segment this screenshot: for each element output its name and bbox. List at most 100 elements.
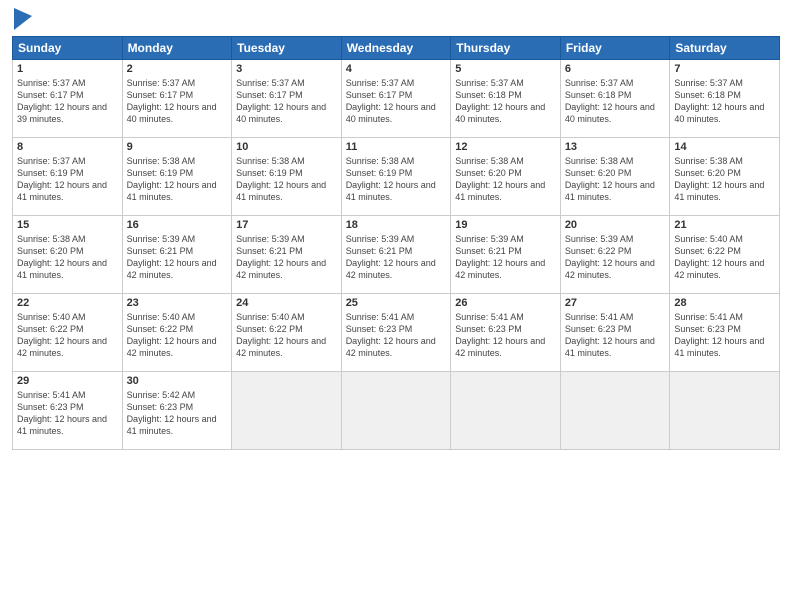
day-info: Sunrise: 5:38 AM Sunset: 6:19 PM Dayligh…	[346, 155, 447, 204]
day-info: Sunrise: 5:38 AM Sunset: 6:20 PM Dayligh…	[17, 233, 118, 282]
calendar-header-cell: Friday	[560, 37, 670, 60]
calendar-day-cell: 16Sunrise: 5:39 AM Sunset: 6:21 PM Dayli…	[122, 216, 232, 294]
day-number: 27	[565, 297, 666, 309]
calendar-day-cell: 21 Sunrise: 5:40 AM Sunset: 6:22 PM Dayli…	[670, 216, 780, 294]
day-number: 26	[455, 297, 556, 309]
day-info: Sunrise: 5:41 AM Sunset: 6:23 PM Dayligh…	[565, 311, 666, 360]
calendar-day-cell	[560, 372, 670, 450]
calendar-day-cell: 1 Sunrise: 5:37 AM Sunset: 6:17 PM Daylig…	[13, 60, 123, 138]
day-number: 18	[346, 219, 447, 231]
calendar-day-cell: 10Sunrise: 5:38 AM Sunset: 6:19 PM Dayli…	[232, 138, 342, 216]
day-info: Sunrise: 5:40 AM Sunset: 6:22 PM Dayligh…	[17, 311, 118, 360]
day-number: 29	[17, 375, 118, 387]
calendar-day-cell: 17 Sunrise: 5:39 AM Sunset: 6:21 PM Dayli…	[232, 216, 342, 294]
day-number: 17	[236, 219, 337, 231]
calendar-header-row: SundayMondayTuesdayWednesdayThursdayFrid…	[13, 37, 780, 60]
day-number: 19	[455, 219, 556, 231]
day-number: 22	[17, 297, 118, 309]
calendar-day-cell: 19 Sunrise: 5:39 AM Sunset: 6:21 PM Dayli…	[451, 216, 561, 294]
day-number: 16	[127, 219, 228, 231]
day-info: Sunrise: 5:39 AM Sunset: 6:22 PM Dayligh…	[565, 233, 666, 282]
day-number: 1	[17, 63, 118, 75]
calendar-header-cell: Tuesday	[232, 37, 342, 60]
calendar-day-cell	[232, 372, 342, 450]
calendar-week-row: 8 Sunrise: 5:37 AM Sunset: 6:19 PM Daylig…	[13, 138, 780, 216]
day-info: Sunrise: 5:37 AM Sunset: 6:18 PM Dayligh…	[455, 77, 556, 126]
calendar-week-row: 29 Sunrise: 5:41 AM Sunset: 6:23 PM Dayli…	[13, 372, 780, 450]
day-number: 11	[346, 141, 447, 153]
day-info: Sunrise: 5:39 AM Sunset: 6:21 PM Dayligh…	[455, 233, 556, 282]
day-info: Sunrise: 5:37 AM Sunset: 6:19 PM Dayligh…	[17, 155, 118, 204]
day-number: 28	[674, 297, 775, 309]
day-number: 9	[127, 141, 228, 153]
day-info: Sunrise: 5:37 AM Sunset: 6:17 PM Dayligh…	[127, 77, 228, 126]
calendar-day-cell	[451, 372, 561, 450]
day-info: Sunrise: 5:37 AM Sunset: 6:18 PM Dayligh…	[565, 77, 666, 126]
day-number: 15	[17, 219, 118, 231]
day-info: Sunrise: 5:40 AM Sunset: 6:22 PM Dayligh…	[674, 233, 775, 282]
day-info: Sunrise: 5:37 AM Sunset: 6:17 PM Dayligh…	[346, 77, 447, 126]
calendar-day-cell: 4 Sunrise: 5:37 AM Sunset: 6:17 PM Daylig…	[341, 60, 451, 138]
day-number: 14	[674, 141, 775, 153]
calendar-header-cell: Thursday	[451, 37, 561, 60]
header	[12, 10, 780, 30]
calendar-day-cell: 18Sunrise: 5:39 AM Sunset: 6:21 PM Dayli…	[341, 216, 451, 294]
calendar-header-cell: Monday	[122, 37, 232, 60]
day-number: 10	[236, 141, 337, 153]
day-number: 21	[674, 219, 775, 231]
day-number: 8	[17, 141, 118, 153]
calendar-day-cell: 7 Sunrise: 5:37 AM Sunset: 6:18 PM Daylig…	[670, 60, 780, 138]
day-number: 13	[565, 141, 666, 153]
day-number: 2	[127, 63, 228, 75]
calendar-day-cell: 23Sunrise: 5:40 AM Sunset: 6:22 PM Dayli…	[122, 294, 232, 372]
day-number: 23	[127, 297, 228, 309]
day-info: Sunrise: 5:37 AM Sunset: 6:18 PM Dayligh…	[674, 77, 775, 126]
calendar-body: 1 Sunrise: 5:37 AM Sunset: 6:17 PM Daylig…	[13, 60, 780, 450]
day-info: Sunrise: 5:41 AM Sunset: 6:23 PM Dayligh…	[674, 311, 775, 360]
calendar-day-cell	[670, 372, 780, 450]
calendar-day-cell: 20 Sunrise: 5:39 AM Sunset: 6:22 PM Dayli…	[560, 216, 670, 294]
calendar-day-cell: 9 Sunrise: 5:38 AM Sunset: 6:19 PM Daylig…	[122, 138, 232, 216]
day-info: Sunrise: 5:41 AM Sunset: 6:23 PM Dayligh…	[17, 389, 118, 438]
calendar-table: SundayMondayTuesdayWednesdayThursdayFrid…	[12, 36, 780, 450]
calendar-header-cell: Wednesday	[341, 37, 451, 60]
day-info: Sunrise: 5:38 AM Sunset: 6:20 PM Dayligh…	[455, 155, 556, 204]
calendar-day-cell: 3 Sunrise: 5:37 AM Sunset: 6:17 PM Daylig…	[232, 60, 342, 138]
day-info: Sunrise: 5:38 AM Sunset: 6:20 PM Dayligh…	[565, 155, 666, 204]
day-info: Sunrise: 5:37 AM Sunset: 6:17 PM Dayligh…	[236, 77, 337, 126]
day-info: Sunrise: 5:38 AM Sunset: 6:20 PM Dayligh…	[674, 155, 775, 204]
calendar-day-cell: 27 Sunrise: 5:41 AM Sunset: 6:23 PM Dayli…	[560, 294, 670, 372]
day-number: 7	[674, 63, 775, 75]
calendar-day-cell: 15 Sunrise: 5:38 AM Sunset: 6:20 PM Dayli…	[13, 216, 123, 294]
calendar-day-cell	[341, 372, 451, 450]
calendar-week-row: 1 Sunrise: 5:37 AM Sunset: 6:17 PM Daylig…	[13, 60, 780, 138]
day-number: 30	[127, 375, 228, 387]
calendar-day-cell: 11 Sunrise: 5:38 AM Sunset: 6:19 PM Dayli…	[341, 138, 451, 216]
day-number: 25	[346, 297, 447, 309]
calendar-day-cell: 8 Sunrise: 5:37 AM Sunset: 6:19 PM Daylig…	[13, 138, 123, 216]
calendar-day-cell: 13 Sunrise: 5:38 AM Sunset: 6:20 PM Dayli…	[560, 138, 670, 216]
calendar-day-cell: 26Sunrise: 5:41 AM Sunset: 6:23 PM Dayli…	[451, 294, 561, 372]
calendar-day-cell: 30 Sunrise: 5:42 AM Sunset: 6:23 PM Dayli…	[122, 372, 232, 450]
calendar-header-cell: Sunday	[13, 37, 123, 60]
calendar-day-cell: 24Sunrise: 5:40 AM Sunset: 6:22 PM Dayli…	[232, 294, 342, 372]
day-number: 4	[346, 63, 447, 75]
calendar-container: SundayMondayTuesdayWednesdayThursdayFrid…	[0, 0, 792, 612]
calendar-header-cell: Saturday	[670, 37, 780, 60]
day-number: 3	[236, 63, 337, 75]
logo-icon	[14, 8, 32, 30]
day-number: 6	[565, 63, 666, 75]
day-number: 5	[455, 63, 556, 75]
day-info: Sunrise: 5:39 AM Sunset: 6:21 PM Dayligh…	[236, 233, 337, 282]
calendar-week-row: 22 Sunrise: 5:40 AM Sunset: 6:22 PM Dayli…	[13, 294, 780, 372]
day-number: 20	[565, 219, 666, 231]
calendar-day-cell: 14 Sunrise: 5:38 AM Sunset: 6:20 PM Dayli…	[670, 138, 780, 216]
day-number: 12	[455, 141, 556, 153]
calendar-day-cell: 29 Sunrise: 5:41 AM Sunset: 6:23 PM Dayli…	[13, 372, 123, 450]
day-info: Sunrise: 5:42 AM Sunset: 6:23 PM Dayligh…	[127, 389, 228, 438]
logo	[12, 10, 32, 30]
day-info: Sunrise: 5:38 AM Sunset: 6:19 PM Dayligh…	[127, 155, 228, 204]
day-info: Sunrise: 5:37 AM Sunset: 6:17 PM Dayligh…	[17, 77, 118, 126]
calendar-day-cell: 5 Sunrise: 5:37 AM Sunset: 6:18 PM Daylig…	[451, 60, 561, 138]
day-info: Sunrise: 5:40 AM Sunset: 6:22 PM Dayligh…	[236, 311, 337, 360]
